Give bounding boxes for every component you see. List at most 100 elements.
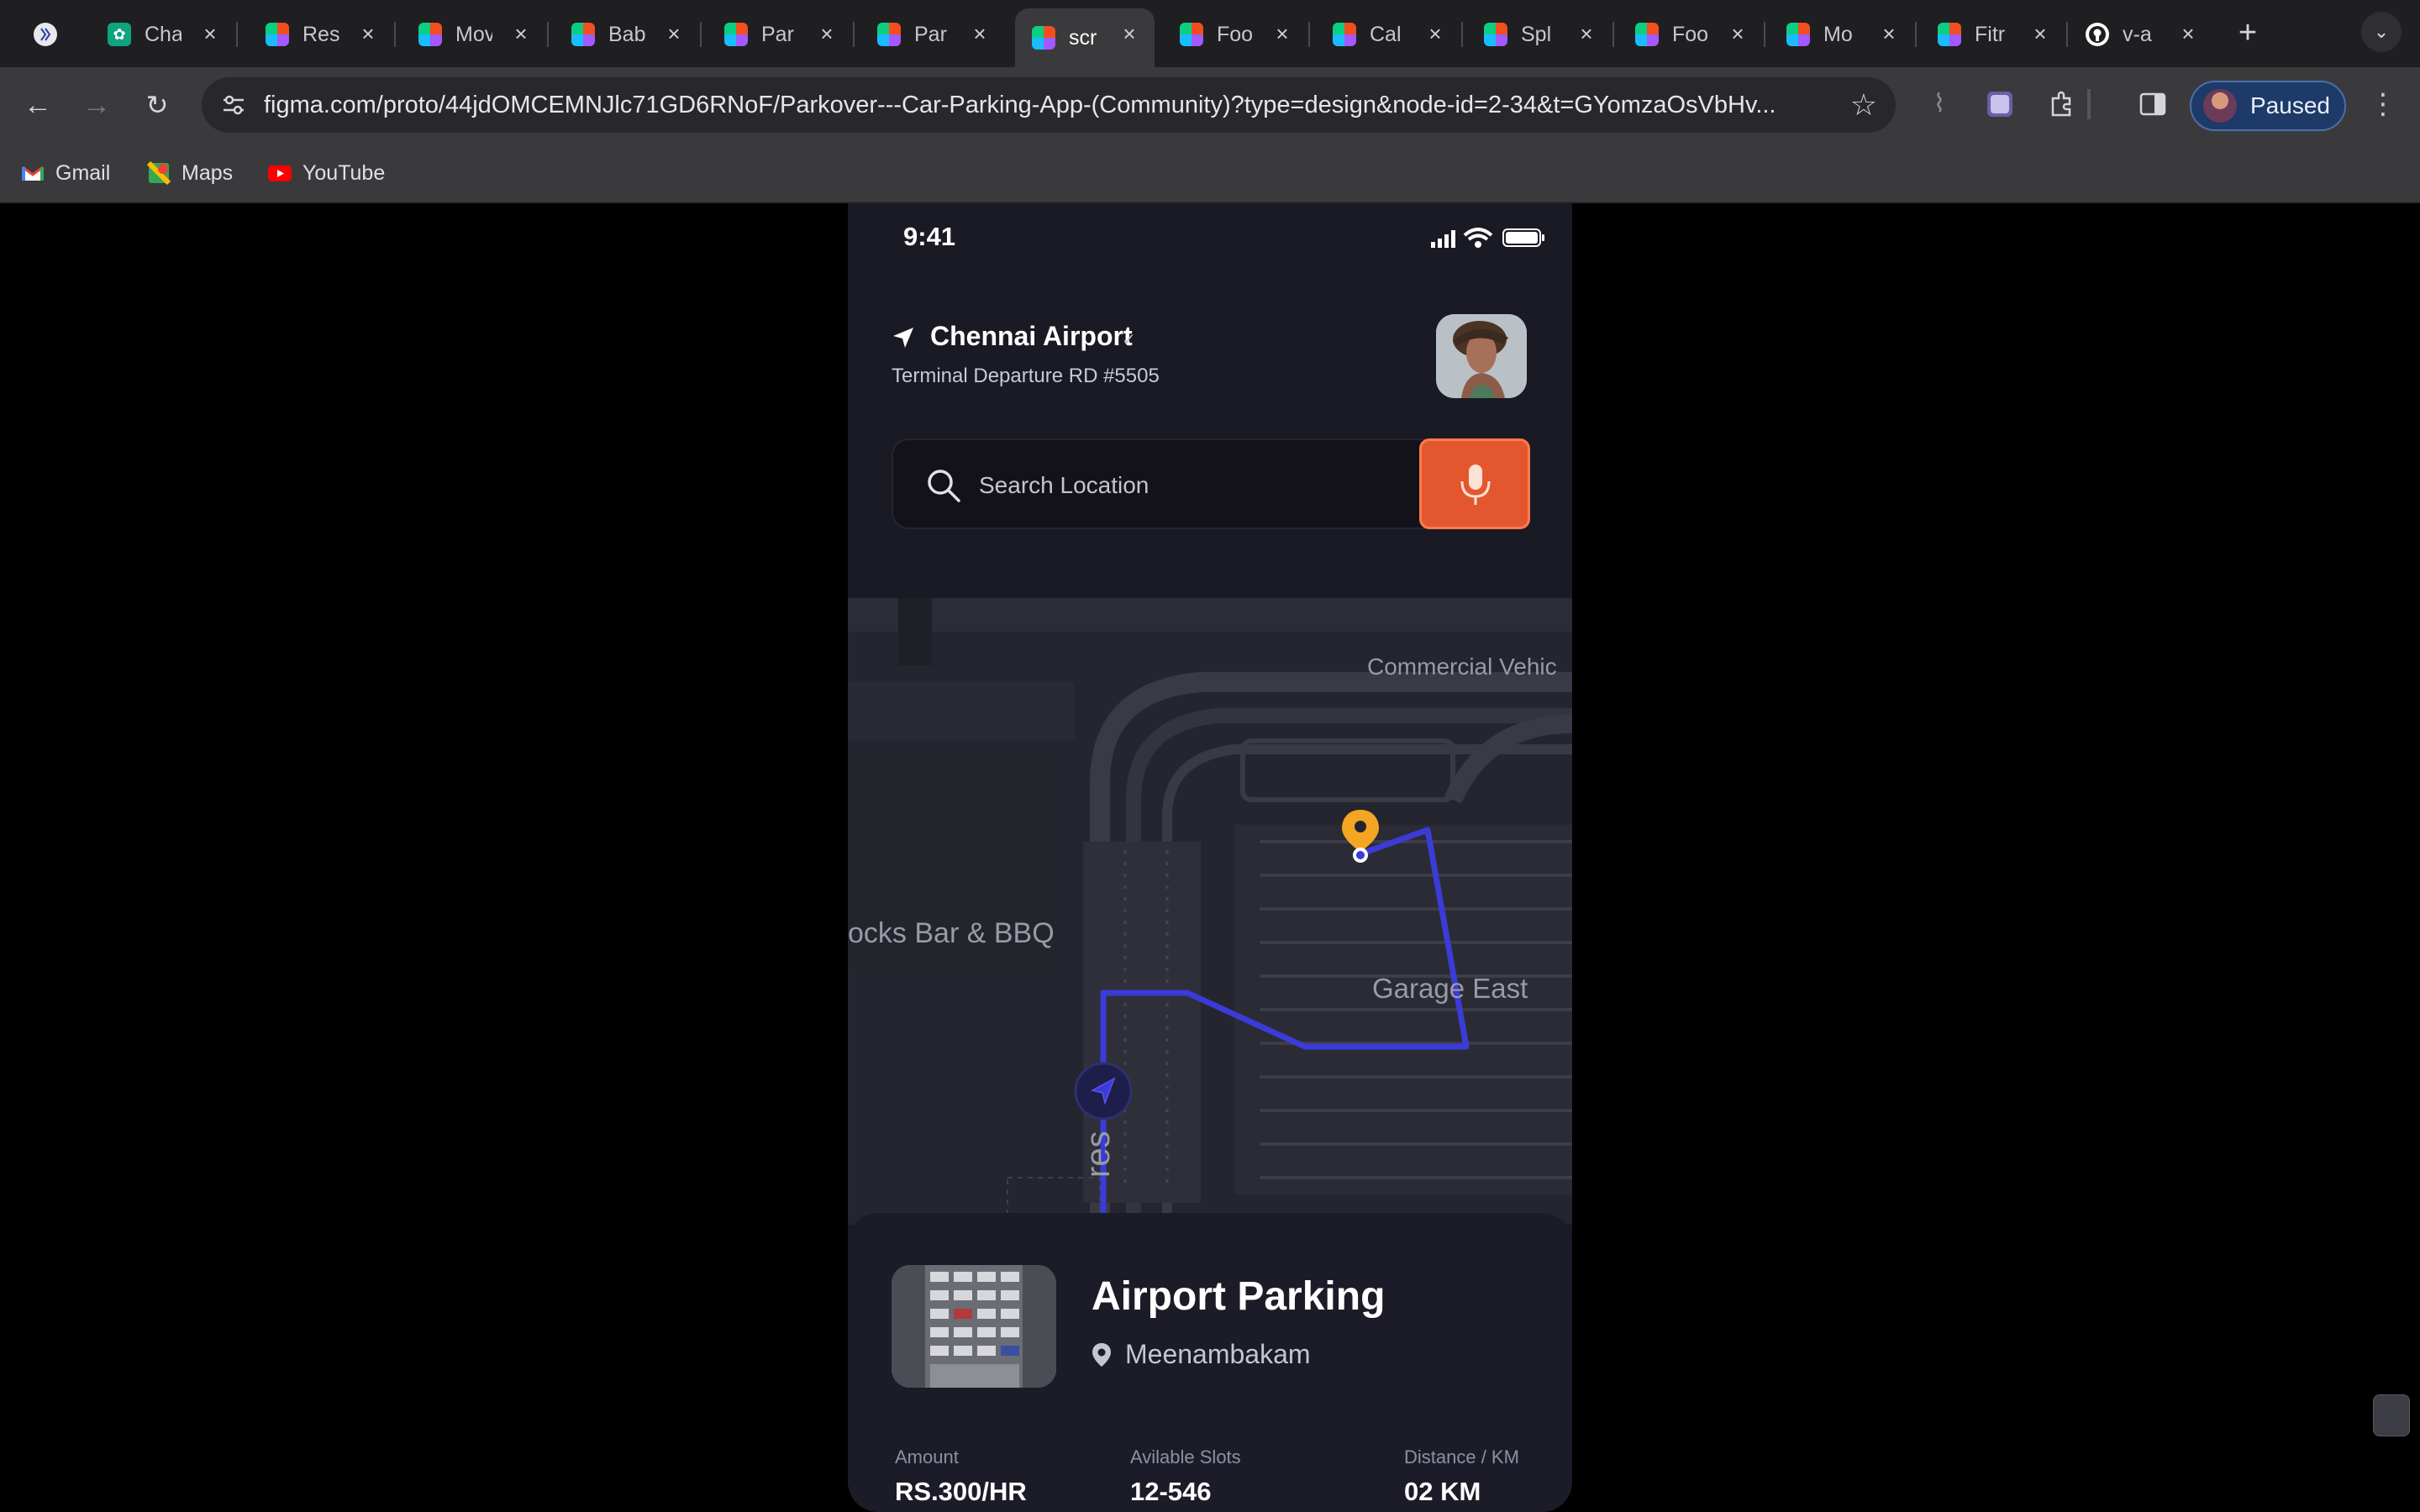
figma-icon — [1938, 23, 1961, 46]
perplexity-icon — [34, 23, 57, 46]
map-label-bar: ocks Bar & BBQ — [848, 917, 1055, 949]
tab-close-icon[interactable]: × — [1118, 22, 1141, 45]
figma-icon — [1032, 26, 1055, 50]
site-settings-icon[interactable] — [220, 92, 247, 118]
tab-close-icon[interactable]: × — [1877, 22, 1901, 45]
tab-label: Spl — [1521, 22, 1552, 46]
tab-close-icon[interactable]: × — [1270, 22, 1294, 45]
wifi-icon — [1463, 228, 1493, 248]
tab-divider — [1915, 22, 1917, 47]
figma-icon — [1484, 23, 1507, 46]
user-location-icon[interactable] — [1074, 1062, 1133, 1121]
amount-value: RS.300/HR — [895, 1477, 1027, 1506]
tab-label: Foo — [1217, 22, 1254, 46]
figma-icon — [266, 23, 289, 46]
bookmark-gmail[interactable]: Gmail — [20, 158, 110, 188]
tab-item[interactable]: ✿ Cha × — [108, 8, 238, 60]
parking-place: Meenambakam — [1125, 1339, 1311, 1369]
avatar[interactable] — [1436, 314, 1527, 398]
distance-value: 02 KM — [1404, 1477, 1481, 1506]
map-view[interactable]: Commercial Vehic ocks Bar & BBQ Garage E… — [848, 598, 1572, 1225]
location-pin-icon — [1092, 1343, 1111, 1367]
tab-item[interactable]: Par × — [724, 8, 855, 60]
figma-icon — [724, 23, 748, 46]
tab-divider — [700, 22, 702, 47]
tab-item[interactable]: v-a × — [2086, 8, 2213, 60]
back-arrow-icon[interactable]: ← — [15, 82, 60, 128]
search-input[interactable]: Search Location — [979, 472, 1149, 499]
tab-item[interactable]: Bab × — [571, 8, 702, 60]
url-text[interactable]: figma.com/proto/44jdOMCEMNJlc71GD6RNoF/P… — [264, 92, 1844, 119]
tab-item[interactable]: Spl × — [1484, 8, 1614, 60]
new-tab-button[interactable]: + — [2225, 10, 2270, 55]
tab-divider — [1461, 22, 1463, 47]
tab-close-icon[interactable]: × — [1423, 22, 1447, 45]
bookmark-youtube[interactable]: YouTube — [267, 158, 385, 188]
microphone-icon — [1460, 465, 1491, 505]
voice-search-button[interactable] — [1419, 438, 1530, 529]
side-panel-icon[interactable] — [2134, 86, 2171, 123]
tab-active[interactable]: scr × — [1015, 8, 1155, 67]
battery-icon — [1502, 228, 1544, 247]
location-title[interactable]: Chennai Airport — [930, 321, 1133, 352]
kebab-menu-icon[interactable]: ⋮ — [2365, 86, 2402, 123]
search-bar[interactable]: Search Location — [892, 438, 1426, 529]
tab-close-icon[interactable]: × — [2028, 22, 2052, 45]
parking-title: Airport Parking — [1092, 1274, 1386, 1319]
bookmarks-bar: Gmail Maps YouTube — [0, 143, 2420, 203]
location-subtitle: Terminal Departure RD #5505 — [892, 365, 1160, 387]
reload-icon[interactable]: ↻ — [134, 82, 180, 128]
tab-close-icon[interactable]: × — [2176, 22, 2200, 45]
tab-perplexity[interactable] — [34, 8, 92, 60]
tab-item[interactable]: Mo × — [1786, 8, 1917, 60]
bookmark-maps[interactable]: Maps — [146, 158, 233, 188]
bookmark-label: Maps — [182, 160, 234, 185]
browser-tab-bar: ✿ Cha × Res × Mov × Bab × Par × Par × sc… — [0, 0, 2420, 67]
status-time: 9:41 — [903, 222, 956, 251]
gmail-icon — [22, 165, 44, 181]
extension-app-icon[interactable] — [1981, 86, 2018, 123]
tab-close-icon[interactable]: × — [1575, 22, 1598, 45]
navigation-arrow-icon — [893, 328, 913, 348]
profile-status: Paused — [2250, 92, 2330, 118]
parking-card[interactable]: Airport Parking Meenambakam Amount RS.30… — [848, 1213, 1572, 1512]
tab-item[interactable]: Cal × — [1333, 8, 1463, 60]
destination-pin-icon[interactable] — [1339, 808, 1382, 864]
tab-item[interactable]: Mov × — [418, 8, 549, 60]
chevron-down-icon[interactable]: ✓ — [1122, 329, 1136, 350]
tab-label: Fitr — [1975, 22, 2006, 46]
tab-search-chevron-icon[interactable]: ⌄ — [2361, 12, 2402, 52]
tab-close-icon[interactable]: × — [1726, 22, 1749, 45]
tab-label: Par — [914, 22, 947, 46]
tab-label: scr — [1069, 25, 1097, 50]
tab-item[interactable]: Res × — [266, 8, 396, 60]
tab-close-icon[interactable]: × — [968, 22, 992, 45]
github-icon — [2086, 23, 2109, 46]
tab-close-icon[interactable]: × — [815, 22, 839, 45]
tab-close-icon[interactable]: × — [198, 22, 222, 45]
tab-divider — [547, 22, 549, 47]
tab-divider — [1612, 22, 1614, 47]
figma-icon — [1786, 23, 1810, 46]
figma-icon — [571, 23, 595, 46]
address-bar[interactable]: figma.com/proto/44jdOMCEMNJlc71GD6RNoF/P… — [202, 77, 1896, 133]
floating-extension-icon[interactable] — [2373, 1394, 2410, 1436]
map-label-commercial: Commercial Vehic — [1367, 654, 1557, 680]
profile-button[interactable]: Paused — [2190, 81, 2346, 131]
tab-close-icon[interactable]: × — [356, 22, 380, 45]
tab-item[interactable]: Par × — [877, 8, 1005, 60]
forward-arrow-icon[interactable]: → — [74, 82, 119, 128]
tab-item[interactable]: Fitr × — [1938, 8, 2068, 60]
tab-label: v-a — [2123, 22, 2152, 46]
extensions-puzzle-icon[interactable] — [2044, 86, 2081, 123]
slots-label: Avilable Slots — [1130, 1446, 1241, 1467]
bookmark-star-icon[interactable]: ☆ — [1850, 87, 1877, 123]
amount-label: Amount — [895, 1446, 959, 1467]
chatgpt-icon: ✿ — [108, 23, 131, 46]
performance-icon[interactable]: ⌇ — [1921, 86, 1958, 123]
tab-close-icon[interactable]: × — [662, 22, 686, 45]
tab-item[interactable]: Foo × — [1635, 8, 1765, 60]
tab-close-icon[interactable]: × — [509, 22, 533, 45]
phone-screen: 9:41 Chennai Airport ✓ Terminal Departur… — [848, 203, 1572, 1512]
tab-item[interactable]: Foo × — [1180, 8, 1310, 60]
